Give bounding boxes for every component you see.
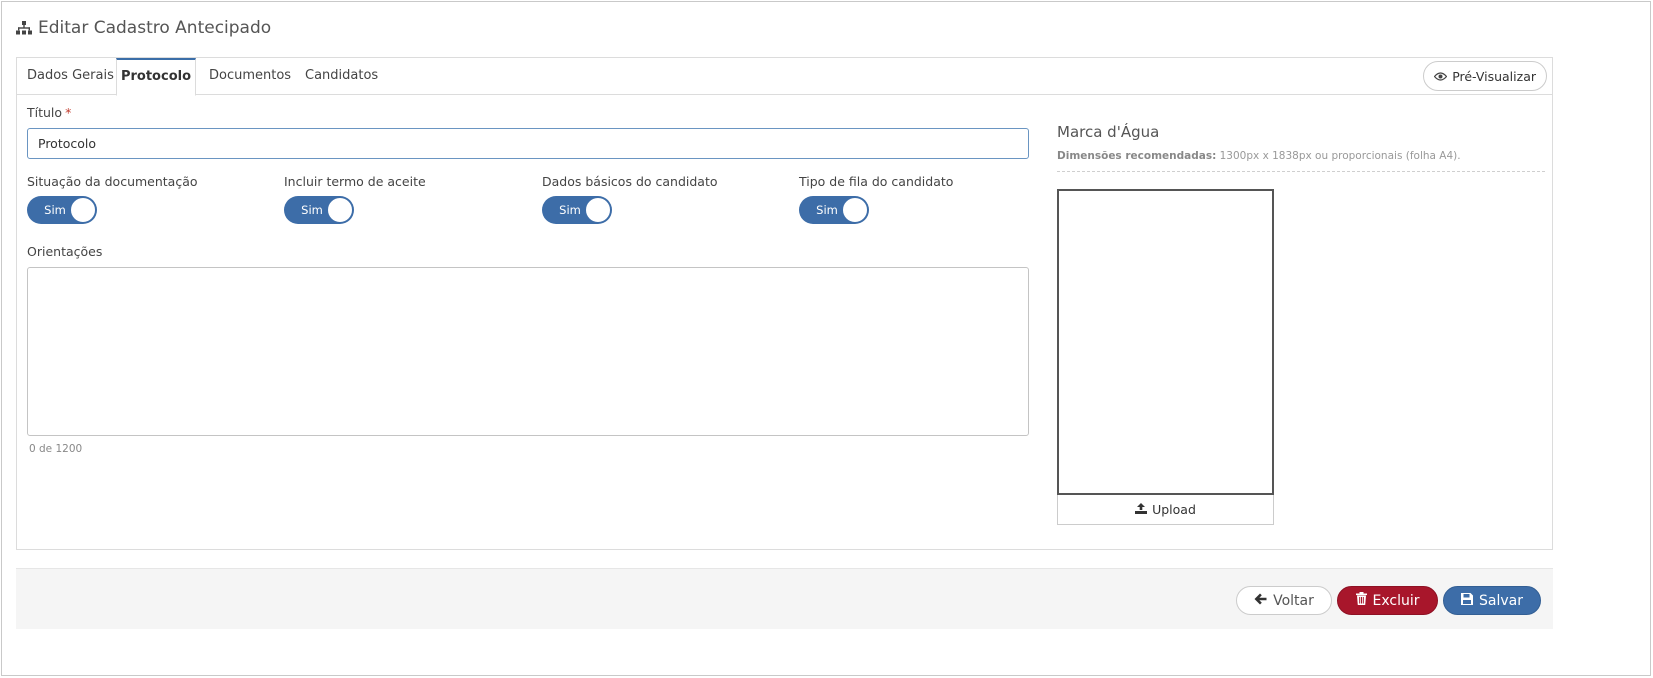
title-label-text: Título: [27, 105, 63, 120]
page-header: Editar Cadastro Antecipado: [16, 18, 271, 38]
toggle-label-termo: Incluir termo de aceite: [284, 174, 426, 189]
watermark-hint: Dimensões recomendadas: 1300px x 1838px …: [1057, 150, 1461, 162]
save-button[interactable]: Salvar: [1443, 586, 1541, 615]
watermark-divider: [1057, 171, 1545, 172]
orientations-textarea[interactable]: [27, 267, 1029, 436]
watermark-hint-label: Dimensões recomendadas:: [1057, 150, 1217, 162]
trash-icon: [1355, 592, 1367, 609]
save-button-label: Salvar: [1479, 592, 1523, 609]
title-input[interactable]: [27, 128, 1029, 159]
page-frame: Editar Cadastro Antecipado Dados Gerais …: [1, 1, 1651, 676]
delete-button-label: Excluir: [1372, 592, 1420, 609]
upload-button[interactable]: Upload: [1057, 495, 1274, 525]
toggle-tipo-fila[interactable]: Sim: [799, 196, 869, 224]
tab-protocolo[interactable]: Protocolo: [116, 58, 196, 96]
arrow-left-icon: [1254, 593, 1267, 609]
toggle-knob: [842, 197, 868, 223]
required-marker: *: [65, 105, 72, 120]
toggle-dados-basicos[interactable]: Sim: [542, 196, 612, 224]
orientations-label: Orientações: [27, 244, 103, 259]
back-button[interactable]: Voltar: [1236, 586, 1332, 615]
eye-icon: [1433, 69, 1448, 84]
tab-documentos[interactable]: Documentos: [209, 58, 291, 95]
form-card: Dados Gerais Protocolo Documentos Candid…: [16, 57, 1553, 550]
preview-button-label: Pré-Visualizar: [1452, 68, 1536, 84]
tab-bar: Dados Gerais Protocolo Documentos Candid…: [17, 58, 1552, 96]
preview-button[interactable]: Pré-Visualizar: [1423, 61, 1547, 91]
toggle-knob: [585, 197, 611, 223]
watermark-hint-text: 1300px x 1838px ou proporcionais (folha …: [1219, 150, 1461, 162]
toggle-knob: [70, 197, 96, 223]
upload-label: Upload: [1152, 502, 1196, 517]
action-footer: Voltar Excluir Salvar: [16, 568, 1553, 629]
toggle-knob: [327, 197, 353, 223]
upload-icon: [1135, 502, 1148, 517]
tab-dados-gerais[interactable]: Dados Gerais: [27, 58, 114, 95]
page-title: Editar Cadastro Antecipado: [38, 18, 272, 38]
delete-button[interactable]: Excluir: [1337, 586, 1438, 615]
tab-candidatos[interactable]: Candidatos: [305, 58, 378, 95]
toggle-label-tipo-fila: Tipo de fila do candidato: [799, 174, 954, 189]
sitemap-icon: [16, 21, 32, 35]
floppy-disk-icon: [1461, 592, 1473, 609]
character-counter: 0 de 1200: [29, 443, 83, 455]
toggle-situacao-documentacao[interactable]: Sim: [27, 196, 97, 224]
watermark-preview: [1057, 189, 1274, 495]
watermark-title: Marca d'Água: [1057, 123, 1160, 141]
toggle-label-dados-basicos: Dados básicos do candidato: [542, 174, 718, 189]
toggle-label-situacao: Situação da documentação: [27, 174, 198, 189]
back-button-label: Voltar: [1273, 592, 1314, 609]
toggle-termo-aceite[interactable]: Sim: [284, 196, 354, 224]
title-label: Título *: [27, 105, 71, 120]
